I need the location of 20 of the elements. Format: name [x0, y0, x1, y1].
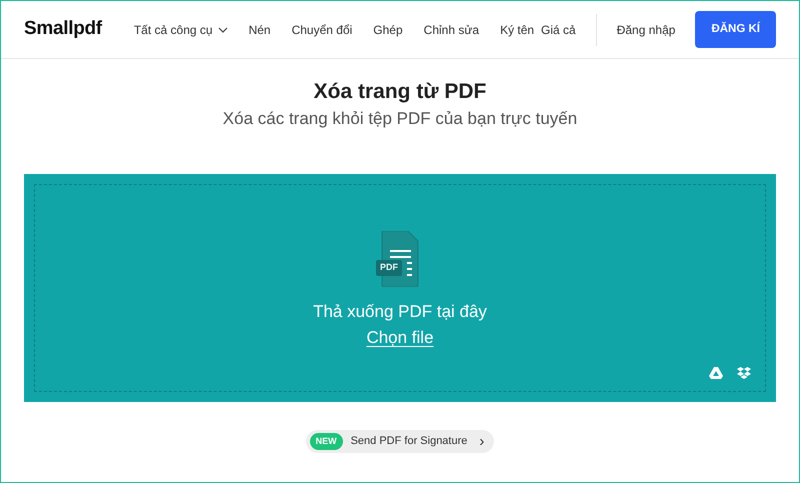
nav-link[interactable]: Chỉnh sửa [424, 20, 480, 38]
logo[interactable]: Smallpdf [24, 15, 102, 44]
nav-link[interactable]: Tất cả công cụ [134, 20, 228, 38]
drive-icon[interactable] [709, 366, 723, 379]
nav-link[interactable]: Ghép [373, 20, 403, 38]
login-link[interactable]: Đăng nhập [616, 20, 676, 38]
nav-link[interactable]: Giá cả [541, 20, 576, 38]
drop-prompt: Thả xuống PDF tại đây [313, 301, 487, 324]
signup-button[interactable]: ĐĂNG KÍ [695, 10, 776, 48]
dropbox-icon[interactable] [737, 366, 751, 379]
drop-zone[interactable]: PDF Thả xuống PDF tại đây Chọn file [24, 174, 776, 402]
page-subtitle: Xóa các trang khỏi tệp PDF của bạn trực tuyến [222, 108, 578, 130]
new-badge: NEW [310, 432, 343, 450]
page-title: Xóa trang từ PDF [312, 79, 488, 104]
chevron-down-icon [218, 26, 228, 32]
nav-link[interactable]: Chuyển đổi [292, 20, 352, 38]
nav-link[interactable]: Ký tên [500, 20, 534, 38]
file-type-label: PDF [376, 260, 402, 276]
promo-link[interactable]: NEW Send PDF for Signature › [306, 430, 494, 454]
nav-link[interactable]: Nén [248, 20, 271, 38]
